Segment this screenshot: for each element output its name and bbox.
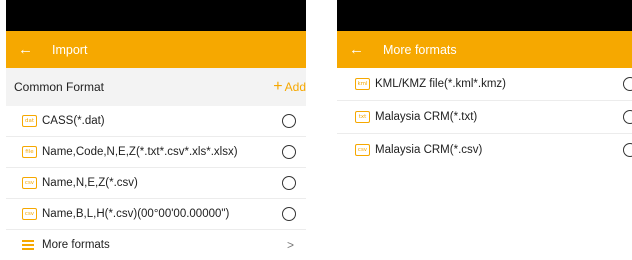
more-formats-label: More formats — [42, 239, 110, 251]
add-label: Add — [284, 80, 306, 94]
format-label: KML/KMZ file(*.kml*.kmz) — [375, 78, 506, 90]
section-header: Common Format + Add — [6, 68, 306, 106]
format-option-name-blh[interactable]: csv Name,B,L,H(*.csv)(00°00'00.00000") — [6, 199, 306, 230]
format-label: Malaysia CRM(*.csv) — [375, 144, 483, 156]
add-button[interactable]: + Add — [273, 79, 306, 95]
dat-file-icon: dat — [22, 115, 37, 127]
app-bar: ← Import — [6, 31, 306, 68]
format-label: Malaysia CRM(*.txt) — [375, 111, 478, 123]
radio-button[interactable] — [282, 145, 296, 159]
file-icon: file — [22, 146, 37, 158]
format-option-malaysia-csv[interactable]: csv Malaysia CRM(*.csv) — [337, 134, 632, 166]
radio-button[interactable] — [282, 207, 296, 221]
status-bar — [337, 0, 632, 31]
plus-icon: + — [273, 78, 283, 95]
import-screen: ← Import Common Format + Add dat CASS(*.… — [6, 0, 306, 254]
radio-button[interactable] — [623, 143, 632, 157]
format-option-name-code[interactable]: file Name,Code,N,E,Z(*.txt*.csv*.xls*.xl… — [6, 137, 306, 168]
csv-file-icon: csv — [22, 177, 37, 189]
back-arrow-icon[interactable]: ← — [18, 42, 34, 57]
kml-file-icon: kml — [355, 78, 370, 90]
format-option-name-nez[interactable]: csv Name,N,E,Z(*.csv) — [6, 168, 306, 199]
format-label: Name,B,L,H(*.csv)(00°00'00.00000") — [42, 208, 230, 220]
page-title: More formats — [383, 42, 457, 57]
txt-file-icon: txt — [355, 111, 370, 123]
more-formats-item[interactable]: More formats > — [6, 230, 306, 260]
status-bar — [6, 0, 306, 31]
csv-file-icon: csv — [355, 144, 370, 156]
format-label: CASS(*.dat) — [42, 115, 105, 127]
chevron-right-icon: > — [286, 238, 294, 252]
section-title: Common Format — [14, 80, 105, 94]
radio-button[interactable] — [282, 114, 296, 128]
csv-file-icon: csv — [22, 208, 37, 220]
format-label: Name,Code,N,E,Z(*.txt*.csv*.xls*.xlsx) — [42, 146, 238, 158]
radio-button[interactable] — [623, 77, 632, 91]
more-formats-screen: ← More formats kml KML/KMZ file(*.kml*.k… — [337, 0, 632, 165]
radio-button[interactable] — [282, 176, 296, 190]
radio-button[interactable] — [623, 110, 632, 124]
menu-icon — [22, 238, 34, 253]
format-label: Name,N,E,Z(*.csv) — [42, 177, 138, 189]
back-arrow-icon[interactable]: ← — [349, 42, 365, 57]
format-option-malaysia-txt[interactable]: txt Malaysia CRM(*.txt) — [337, 101, 632, 134]
format-option-cass[interactable]: dat CASS(*.dat) — [6, 106, 306, 137]
format-option-kml[interactable]: kml KML/KMZ file(*.kml*.kmz) — [337, 68, 632, 101]
app-bar: ← More formats — [337, 31, 632, 68]
page-title: Import — [52, 42, 88, 57]
